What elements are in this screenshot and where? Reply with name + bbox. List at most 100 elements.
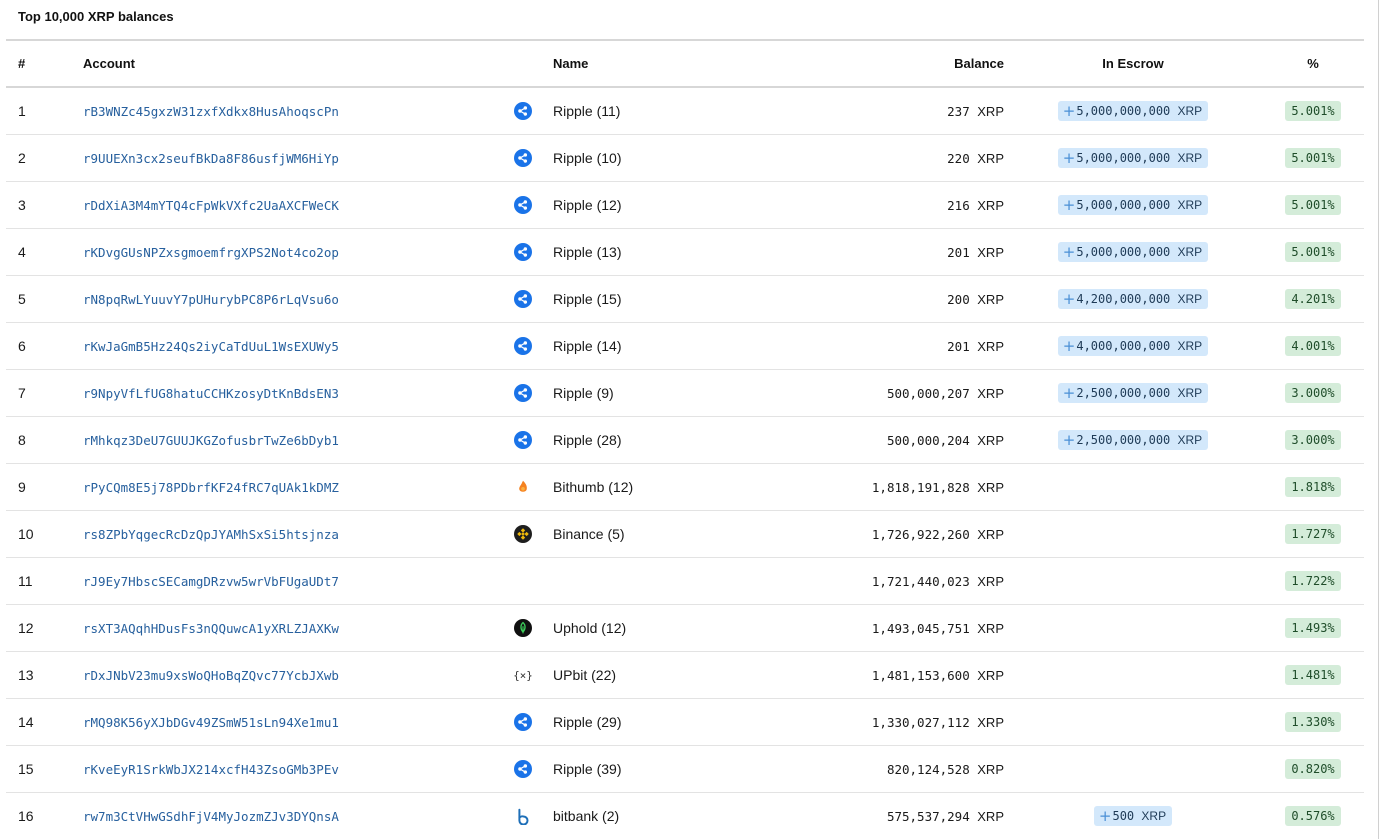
table-row: 13 rDxJNbV23mu9xsWoQHoBqZQvc77YcbJXwb {×} U… xyxy=(6,651,1364,698)
account-link[interactable]: rKveEyR1SrkWbJX214xcfH43ZsoGMb3PEv xyxy=(83,762,339,777)
percent-badge: 1.493% xyxy=(1285,617,1341,638)
percent-badge: 4.001% xyxy=(1285,335,1341,356)
account-cell: rDxJNbV23mu9xsWoQHoBqZQvc77YcbJXwb xyxy=(83,651,493,698)
balance-cell: 1,330,027,112 XRP xyxy=(753,698,1004,745)
balance-value: 1,330,027,112 xyxy=(871,714,970,730)
percent-cell: 0.576% xyxy=(1262,792,1364,839)
account-link[interactable]: rKDvgGUsNPZxsgmoemfrgXPS2Not4co2op xyxy=(83,245,339,260)
ripple-icon xyxy=(514,759,532,778)
header-balance[interactable]: Balance xyxy=(753,40,1004,87)
rank-cell: 15 xyxy=(18,760,34,777)
account-link[interactable]: rMQ98K56yXJbDGv49ZSmW51sLn94Xe1mu1 xyxy=(83,715,339,730)
account-link[interactable]: rw7m3CtVHwGSdhFjV4MyJozmZJv3DYQnsA xyxy=(83,809,339,824)
owner-name: Ripple (11) xyxy=(553,102,621,119)
percent-badge: 3.000% xyxy=(1285,382,1341,403)
header-name[interactable]: Name xyxy=(553,40,753,87)
account-cell: rDdXiA3M4mYTQ4cFpWkVXfc2UaAXCFWeCK xyxy=(83,181,493,228)
binance-icon xyxy=(514,524,532,543)
account-link[interactable]: rDdXiA3M4mYTQ4cFpWkVXfc2UaAXCFWeCK xyxy=(83,198,339,213)
logo-cell xyxy=(493,369,553,416)
percent-cell: 3.000% xyxy=(1262,369,1364,416)
account-link[interactable]: rs8ZPbYqgecRcDzQpJYAMhSxSi5htsjnza xyxy=(83,527,339,542)
name-cell: bitbank (2) xyxy=(553,792,753,839)
escrow-cell xyxy=(1004,557,1262,604)
account-link[interactable]: rPyCQm8E5j78PDbrfKF24fRC7qUAk1kDMZ xyxy=(83,480,339,495)
plus-icon: + xyxy=(1062,289,1076,308)
escrow-cell: +4,200,000,000 XRP xyxy=(1004,275,1262,322)
header-num[interactable]: # xyxy=(6,40,83,87)
balance-unit: XRP xyxy=(977,808,1004,824)
escrow-unit: XRP xyxy=(1177,244,1203,259)
balance-cell: 200 XRP xyxy=(753,275,1004,322)
owner-name: UPbit (22) xyxy=(553,666,617,683)
balance-cell: 1,726,922,260 XRP xyxy=(753,510,1004,557)
percent-badge: 1.818% xyxy=(1285,476,1341,497)
name-cell: Uphold (12) xyxy=(553,604,753,651)
header-logo xyxy=(493,40,553,87)
balance-value: 1,726,922,260 xyxy=(871,526,970,542)
balance-value: 500,000,204 xyxy=(886,432,970,448)
rank-cell: 2 xyxy=(18,149,26,166)
escrow-unit: XRP xyxy=(1177,197,1203,212)
logo-cell xyxy=(493,745,553,792)
account-link[interactable]: r9UUEXn3cx2seufBkDa8F86usfjWM6HiYp xyxy=(83,151,339,166)
percent-cell: 5.001% xyxy=(1262,87,1364,134)
balance-value: 220 xyxy=(947,150,970,166)
account-cell: rs8ZPbYqgecRcDzQpJYAMhSxSi5htsjnza xyxy=(83,510,493,557)
account-link[interactable]: rKwJaGmB5Hz24Qs2iyCaTdUuL1WsEXUWy5 xyxy=(83,339,339,354)
table-row: 1 rB3WNZc45gxzW31zxfXdkx8HusAhoqscPn Rippl… xyxy=(6,87,1364,134)
balance-unit: XRP xyxy=(977,432,1004,448)
rank-cell: 1 xyxy=(18,102,26,119)
account-link[interactable]: rMhkqz3DeU7GUUJKGZofusbrTwZe6bDyb1 xyxy=(83,433,339,448)
table-row: 10 rs8ZPbYqgecRcDzQpJYAMhSxSi5htsjnza Bina… xyxy=(6,510,1364,557)
account-link[interactable]: rJ9Ey7HbscSECamgDRzvw5wrVbFUgaUDt7 xyxy=(83,574,339,589)
logo-cell: {×} xyxy=(493,651,553,698)
balance-cell: 1,481,153,600 XRP xyxy=(753,651,1004,698)
account-link[interactable]: rDxJNbV23mu9xsWoQHoBqZQvc77YcbJXwb xyxy=(83,668,339,683)
account-link[interactable]: r9NpyVfLfUG8hatuCCHKzosyDtKnBdsEN3 xyxy=(83,386,339,401)
owner-name: Uphold (12) xyxy=(553,619,627,636)
escrow-cell: +5,000,000,000 XRP xyxy=(1004,134,1262,181)
escrow-badge: +5,000,000,000 XRP xyxy=(1057,100,1209,121)
rank-cell: 6 xyxy=(18,337,26,354)
table-row: 4 rKDvgGUsNPZxsgmoemfrgXPS2Not4co2op Rippl… xyxy=(6,228,1364,275)
name-cell: Ripple (13) xyxy=(553,228,753,275)
escrow-unit: XRP xyxy=(1177,385,1203,400)
header-escrow[interactable]: In Escrow xyxy=(1004,40,1262,87)
balance-cell: 237 XRP xyxy=(753,87,1004,134)
name-cell: Ripple (39) xyxy=(553,745,753,792)
account-link[interactable]: rN8pqRwLYuuvY7pUHurybPC8P6rLqVsu6o xyxy=(83,292,339,307)
balances-table: # Account Name Balance In Escrow % 1 rB3W… xyxy=(6,39,1364,839)
escrow-cell: +5,000,000,000 XRP xyxy=(1004,87,1262,134)
balance-cell: 201 XRP xyxy=(753,322,1004,369)
rank-cell: 12 xyxy=(18,619,34,636)
escrow-badge: +500 XRP xyxy=(1093,805,1173,826)
rank-cell: 3 xyxy=(18,196,26,213)
header-percent[interactable]: % xyxy=(1262,40,1364,87)
account-cell: rPyCQm8E5j78PDbrfKF24fRC7qUAk1kDMZ xyxy=(83,463,493,510)
account-link[interactable]: rB3WNZc45gxzW31zxfXdkx8HusAhoqscPn xyxy=(83,104,339,119)
table-row: 3 rDdXiA3M4mYTQ4cFpWkVXfc2UaAXCFWeCK Rippl… xyxy=(6,181,1364,228)
percent-cell: 1.493% xyxy=(1262,604,1364,651)
account-cell: rN8pqRwLYuuvY7pUHurybPC8P6rLqVsu6o xyxy=(83,275,493,322)
escrow-unit: XRP xyxy=(1177,150,1203,165)
balance-cell: 216 XRP xyxy=(753,181,1004,228)
balance-unit: XRP xyxy=(977,103,1004,119)
owner-name: Ripple (9) xyxy=(553,384,614,401)
logo-cell xyxy=(493,275,553,322)
account-link[interactable]: rsXT3AQqhHDusFs3nQQuwcA1yXRLZJAXKw xyxy=(83,621,339,636)
balance-value: 1,818,191,828 xyxy=(871,479,970,495)
owner-name: Binance (5) xyxy=(553,525,625,542)
table-row: 5 rN8pqRwLYuuvY7pUHurybPC8P6rLqVsu6o Rippl… xyxy=(6,275,1364,322)
balance-value: 216 xyxy=(947,197,970,213)
escrow-value: 500 xyxy=(1112,808,1135,823)
balance-cell: 1,818,191,828 XRP xyxy=(753,463,1004,510)
balance-unit: XRP xyxy=(977,385,1004,401)
percent-cell: 0.820% xyxy=(1262,745,1364,792)
balance-unit: XRP xyxy=(977,526,1004,542)
percent-cell: 1.330% xyxy=(1262,698,1364,745)
percent-cell: 5.001% xyxy=(1262,228,1364,275)
percent-cell: 1.818% xyxy=(1262,463,1364,510)
logo-cell xyxy=(493,698,553,745)
header-account[interactable]: Account xyxy=(83,40,493,87)
